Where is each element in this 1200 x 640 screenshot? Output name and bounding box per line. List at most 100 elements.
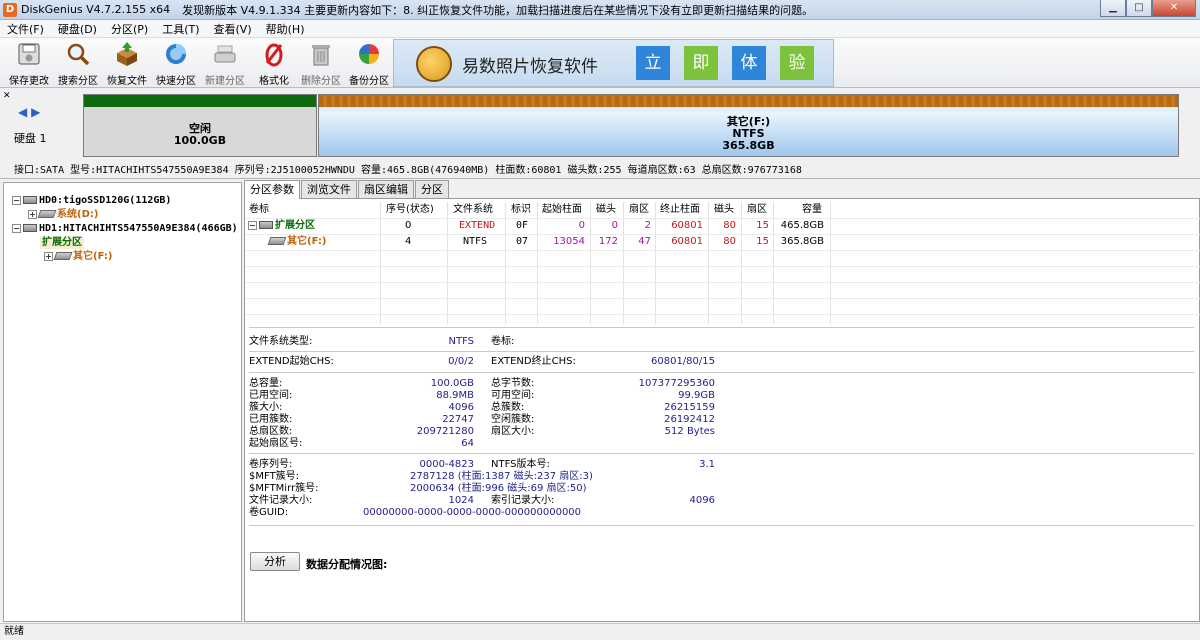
title-bar: D DiskGenius V4.7.2.155 x64 发现新版本 V4.9.1… xyxy=(0,0,1200,20)
tab-browse-files[interactable]: 浏览文件 xyxy=(301,180,357,198)
menu-bar: 文件(F) 硬盘(D) 分区(P) 工具(T) 查看(V) 帮助(H) xyxy=(0,20,1200,38)
index-record-size-value: 4096 xyxy=(689,495,715,506)
extend-end-label: EXTEND终止CHS: xyxy=(491,356,576,367)
col-end-sector[interactable]: 扇区 xyxy=(747,202,767,218)
ad-banner[interactable]: 易数照片恢复软件 立 即 体 验 xyxy=(393,39,834,87)
maximize-button[interactable]: □ xyxy=(1126,0,1152,17)
minimize-button[interactable]: ▁ xyxy=(1100,0,1126,17)
extended-partition-icon xyxy=(259,221,273,229)
ad-box-1: 立 xyxy=(636,46,670,80)
col-start-cyl[interactable]: 起始柱面 xyxy=(542,202,582,218)
col-index[interactable]: 序号(状态) xyxy=(386,202,434,218)
photo-recovery-logo xyxy=(416,46,452,82)
delete-partition-button[interactable]: 删除分区 xyxy=(298,40,344,87)
extend-end-value: 60801/80/15 xyxy=(651,356,715,367)
close-icon[interactable]: ✕ xyxy=(3,91,11,101)
partition-icon xyxy=(267,237,287,245)
tab-strip: 分区参数 浏览文件 扇区编辑 分区 xyxy=(244,180,450,199)
disk-segment-f[interactable]: 其它(F:) NTFS 365.8GB xyxy=(318,94,1179,157)
save-changes-button[interactable]: 保存更改 xyxy=(6,40,52,87)
mft-cluster-label: $MFT簇号: xyxy=(249,471,300,482)
analyze-button[interactable]: 分析 xyxy=(250,552,300,571)
format-icon xyxy=(260,41,288,69)
format-button[interactable]: 格式化 xyxy=(251,40,297,87)
search-partition-button[interactable]: 搜索分区 xyxy=(55,40,101,87)
mftmirr-cluster-value: 2000634 (柱面:996 磁头:69 扇区:50) xyxy=(410,483,587,494)
table-header: 卷标 序号(状态) 文件系统 标识 起始柱面 磁头 扇区 终止柱面 磁头 扇区 … xyxy=(245,202,1200,218)
tree-node-hd1[interactable]: − HD1:HITACHIHTS547550A9E384(466GB) xyxy=(12,223,238,235)
extend-start-value: 0/0/2 xyxy=(448,356,474,367)
table-row[interactable]: − 扩展分区 0 EXTEND 0F 0 0 2 60801 80 15 465.… xyxy=(245,218,1200,234)
partition-icon xyxy=(37,210,57,218)
quick-partition-button[interactable]: 快速分区 xyxy=(153,40,199,87)
ntfs-version-label: NTFS版本号: xyxy=(491,459,550,470)
extend-start-label: EXTEND起始CHS: xyxy=(249,356,334,367)
volume-serial-label: 卷序列号: xyxy=(249,459,293,470)
save-icon xyxy=(15,41,43,69)
col-capacity[interactable]: 容量 xyxy=(802,202,822,218)
tab-sector-edit[interactable]: 扇区编辑 xyxy=(358,180,414,198)
disk-nav-arrows[interactable]: ◀ ▶ xyxy=(18,105,40,119)
col-id[interactable]: 标识 xyxy=(511,202,531,218)
tree-node-other-f[interactable]: + 其它(F:) xyxy=(44,251,112,263)
close-button[interactable]: ✕ xyxy=(1152,0,1196,17)
fs-type-value: NTFS xyxy=(448,336,474,347)
app-logo-icon: D xyxy=(3,2,17,17)
menu-tools[interactable]: 工具(T) xyxy=(155,21,206,37)
menu-view[interactable]: 查看(V) xyxy=(207,21,259,37)
col-end-head[interactable]: 磁头 xyxy=(714,202,734,218)
data-allocation-label: 数据分配情况图: xyxy=(306,558,388,571)
ad-box-4: 验 xyxy=(780,46,814,80)
volume-guid-label: 卷GUID: xyxy=(249,507,289,518)
tree-node-system-d[interactable]: + 系统(D:) xyxy=(28,209,98,221)
col-volume-label[interactable]: 卷标 xyxy=(249,202,269,218)
col-start-sector[interactable]: 扇区 xyxy=(629,202,649,218)
new-partition-icon xyxy=(211,41,239,69)
file-record-size-value: 1024 xyxy=(448,495,474,506)
trash-icon xyxy=(307,41,335,69)
menu-help[interactable]: 帮助(H) xyxy=(259,21,312,37)
menu-partition[interactable]: 分区(P) xyxy=(104,21,155,37)
table-row[interactable]: 其它(F:) 4 NTFS 07 13054 172 47 60801 80 1… xyxy=(245,234,1200,250)
fs-type-label: 文件系统类型: xyxy=(249,336,313,347)
disk-label: 硬盘 1 xyxy=(14,132,47,145)
mftmirr-cluster-label: $MFTMirr簇号: xyxy=(249,483,319,494)
col-end-cyl[interactable]: 终止柱面 xyxy=(660,202,700,218)
tree-node-hd0[interactable]: − HD0:tigoSSD120G(112GB) xyxy=(12,195,171,207)
arrow-right-icon[interactable]: ▶ xyxy=(31,105,40,119)
tab-partition[interactable]: 分区 xyxy=(415,180,449,198)
menu-disk[interactable]: 硬盘(D) xyxy=(51,21,104,37)
hard-disk-icon xyxy=(23,196,37,204)
menu-file[interactable]: 文件(F) xyxy=(0,21,51,37)
disk-segment-free[interactable]: 空闲 100.0GB xyxy=(83,94,317,157)
hard-disk-icon xyxy=(23,224,37,232)
status-bar: 就绪 xyxy=(0,623,1200,640)
quick-partition-icon xyxy=(162,41,190,69)
update-notice[interactable]: 发现新版本 V4.9.1.334 主要更新内容如下：8. 纠正恢复文件功能，加载… xyxy=(182,2,813,18)
arrow-left-icon[interactable]: ◀ xyxy=(18,105,27,119)
col-start-head[interactable]: 磁头 xyxy=(596,202,616,218)
ntfs-version-value: 3.1 xyxy=(699,459,715,470)
recover-files-button[interactable]: 恢复文件 xyxy=(104,40,150,87)
mft-cluster-value: 2787128 (柱面:1387 磁头:237 扇区:3) xyxy=(410,471,593,482)
ad-box-2: 即 xyxy=(684,46,718,80)
volume-guid-value: 00000000-0000-0000-0000-000000000000 xyxy=(363,507,582,518)
right-pane: 分区参数 浏览文件 扇区编辑 分区 卷标 序号(状态) 文件系统 标识 起始柱面… xyxy=(244,180,1200,622)
backup-pie-icon xyxy=(355,41,383,69)
volume-label-label: 卷标: xyxy=(491,336,515,347)
disk-info-line: 接口:SATA 型号:HITACHIHTS547550A9E384 序列号:2J… xyxy=(14,165,802,176)
window-title: DiskGenius V4.7.2.155 x64 xyxy=(21,3,171,16)
recover-box-icon xyxy=(113,41,141,69)
partition-params-panel: 卷标 序号(状态) 文件系统 标识 起始柱面 磁头 扇区 终止柱面 磁头 扇区 … xyxy=(244,198,1200,622)
tab-partition-params[interactable]: 分区参数 xyxy=(244,180,300,199)
index-record-size-label: 索引记录大小: xyxy=(491,495,555,506)
volume-serial-value: 0000-4823 xyxy=(419,459,474,470)
backup-partition-button[interactable]: 备份分区 xyxy=(346,40,392,87)
col-filesystem[interactable]: 文件系统 xyxy=(453,202,493,218)
ad-box-3: 体 xyxy=(732,46,766,80)
tree-node-extended[interactable]: 扩展分区 xyxy=(40,237,84,249)
new-partition-button[interactable]: 新建分区 xyxy=(202,40,248,87)
magnifier-icon xyxy=(64,41,92,69)
partition-icon xyxy=(53,252,73,260)
disk-tree: − HD0:tigoSSD120G(112GB) + 系统(D:) − HD1:HIT… xyxy=(3,182,242,622)
